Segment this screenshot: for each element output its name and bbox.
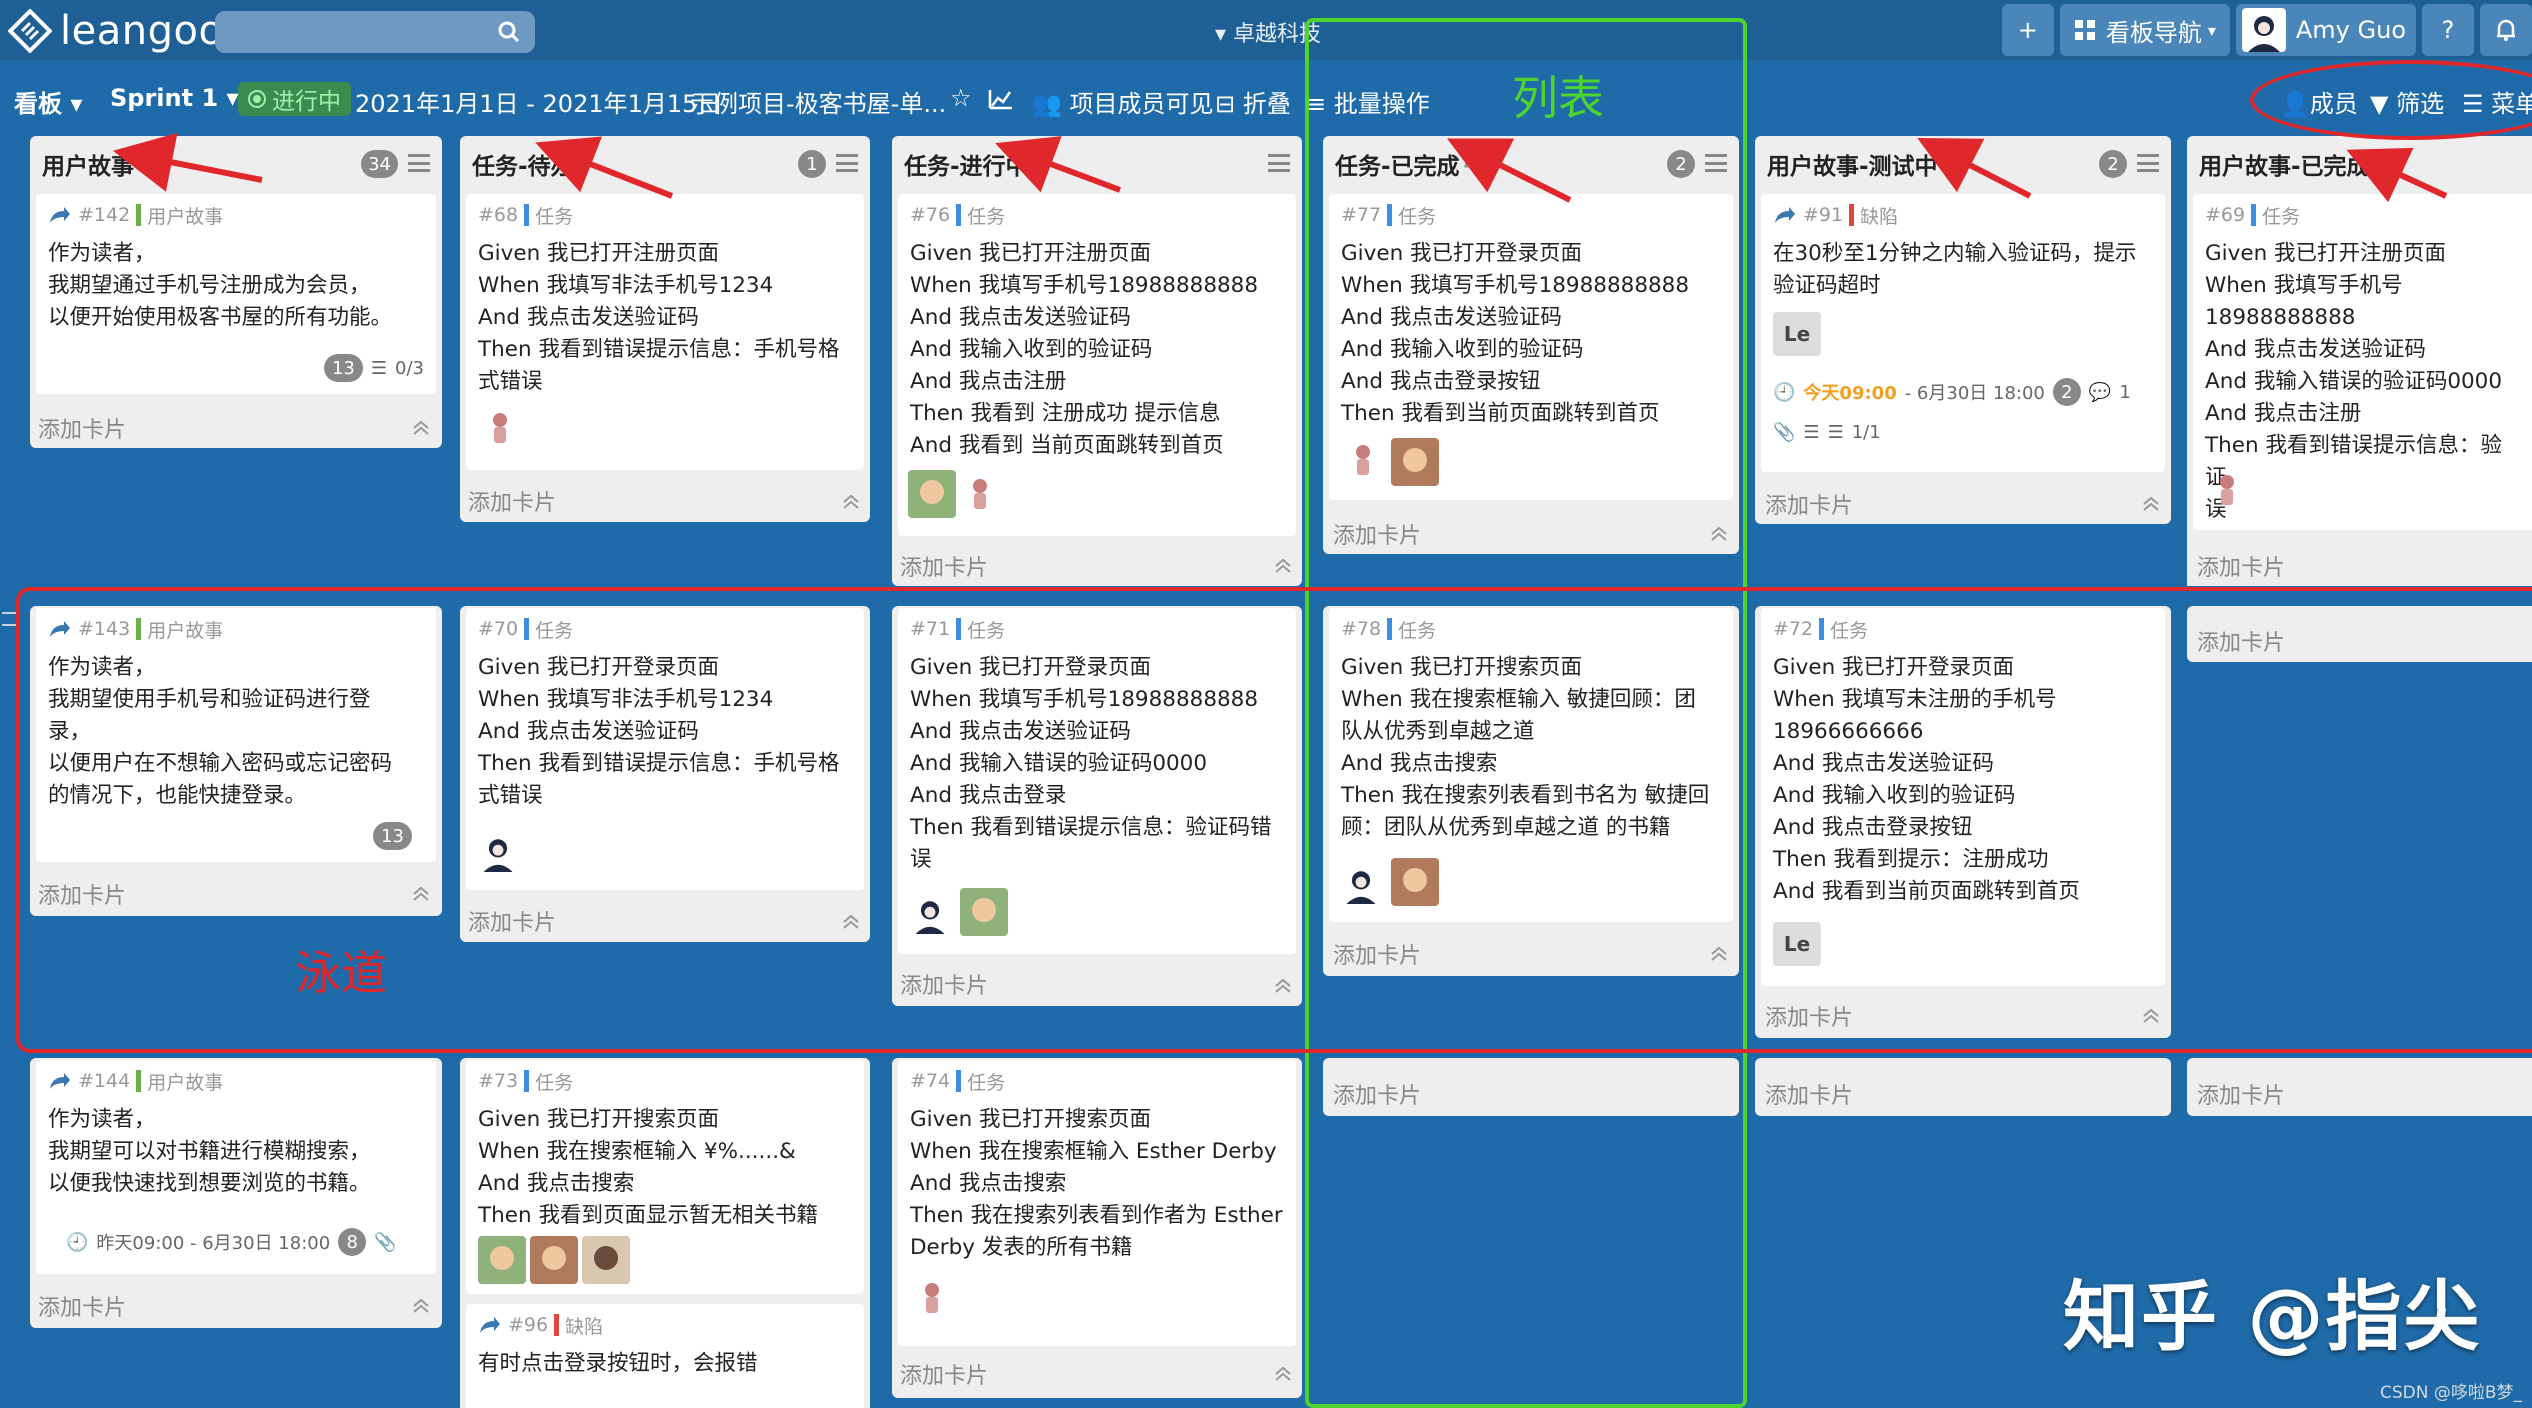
arrow-shapes — [112, 132, 2448, 203]
chat-icon: 💬 — [2088, 381, 2112, 403]
card-type: 用户故事 — [147, 1071, 224, 1094]
collapse-icon[interactable] — [842, 494, 860, 510]
bug-type-marker — [554, 1314, 560, 1336]
add-card-button[interactable]: 添加卡片 — [38, 412, 126, 444]
task-type-marker — [956, 1070, 962, 1092]
avatar — [925, 1283, 939, 1313]
comment-count-badge: 2 — [2052, 378, 2081, 406]
card-144[interactable]: #144 用户故事 作为读者， 我期望可以对书籍进行模糊搜索， 以便我快速找到想要… — [36, 1060, 436, 1274]
card-text: Given 我已打开搜索页面 When 我在搜索框输入 ¥%......& An… — [478, 1107, 818, 1228]
card-type: 任务 — [967, 1071, 1006, 1094]
card-text: Given 我已打开注册页面 When 我填写手机号18988888888 An… — [910, 241, 1259, 458]
card-text: Given 我已打开注册页面 When 我填写手机号18988888888 An… — [2205, 241, 2503, 522]
avatar: Le — [1773, 312, 1821, 356]
checklist-progress: 0/3 — [395, 357, 424, 379]
collapse-icon[interactable] — [412, 420, 430, 436]
avatar — [2220, 475, 2234, 505]
reply-count: 1 — [2119, 381, 2131, 403]
annotation-arrows — [112, 132, 2448, 203]
collapse-icon[interactable] — [1274, 558, 1292, 574]
add-card-button[interactable]: 添加卡片 — [2197, 550, 2285, 582]
avatar — [478, 1236, 526, 1284]
add-card-button[interactable]: 添加卡片 — [1765, 488, 1853, 520]
card-type: 任务 — [535, 1071, 574, 1094]
card-id: #96 — [508, 1314, 549, 1336]
avatar — [530, 1236, 578, 1284]
card-type: 缺陷 — [565, 1315, 604, 1338]
card-text: 作为读者， 我期望可以对书籍进行模糊搜索， 以便我快速找到想要浏览的书籍。 — [48, 1107, 371, 1196]
avatar — [973, 479, 987, 509]
share-arrow-icon — [50, 1073, 70, 1089]
clock-icon: 🕘 — [66, 1231, 89, 1253]
card-id: #74 — [910, 1070, 951, 1092]
story-type-marker — [136, 1070, 142, 1092]
card-96[interactable]: #96 缺陷 有时点击登录按钮时，会报错 — [466, 1304, 864, 1408]
comment-count-badge: 13 — [323, 354, 363, 382]
share-arrow-icon — [480, 1317, 500, 1333]
comment-count-badge: 8 — [338, 1228, 367, 1256]
due-end: - 6月30日 18:00 — [1904, 383, 2045, 404]
due-range: 昨天09:00 - 6月30日 18:00 — [96, 1233, 331, 1254]
avatar — [908, 470, 956, 518]
description-icon: ☰ — [1803, 422, 1820, 443]
card-text: Given 我已打开注册页面 When 我填写非法手机号1234 And 我点击… — [478, 241, 840, 394]
checklist-icon: ☰ — [1827, 422, 1844, 443]
add-card-button[interactable]: 添加卡片 — [468, 485, 556, 517]
add-card-button[interactable]: 添加卡片 — [2197, 1078, 2285, 1110]
add-card-button[interactable]: 添加卡片 — [38, 1290, 126, 1322]
collapse-icon[interactable] — [1274, 1366, 1292, 1382]
task-type-marker — [524, 1070, 530, 1092]
collapse-icon[interactable] — [412, 1298, 430, 1314]
add-card-button[interactable]: 添加卡片 — [900, 550, 988, 582]
lane-annotation-label: 泳道 — [295, 946, 387, 1000]
card-text: Given 我已打开搜索页面 When 我在搜索框输入 Esther Derby… — [910, 1107, 1283, 1260]
paperclip-icon: 📎 — [374, 1231, 397, 1253]
card-id: #144 — [78, 1070, 131, 1092]
add-card-button[interactable]: 添加卡片 — [1765, 1078, 1853, 1110]
checklist-icon: ☰ — [370, 357, 388, 379]
clock-icon: 🕘 — [1773, 381, 1796, 403]
lane-highlight-box — [16, 587, 2532, 1053]
card-text: 有时点击登录按钮时，会报错 — [478, 1351, 758, 1376]
watermark: 知乎 @指尖 — [2063, 1272, 2482, 1361]
paperclip-icon: 📎 — [1773, 422, 1796, 443]
add-card-button[interactable]: 添加卡片 — [900, 1358, 988, 1390]
card-74[interactable]: #74 任务 Given 我已打开搜索页面 When 我在搜索框输入 Esther… — [898, 1060, 1296, 1346]
avatar — [582, 1236, 630, 1284]
lane-drag-handle[interactable] — [2, 612, 16, 626]
card-73[interactable]: #73 任务 Given 我已打开搜索页面 When 我在搜索框输入 ¥%....… — [466, 1060, 864, 1294]
card-id: #73 — [478, 1070, 519, 1092]
checklist-progress: 1/1 — [1851, 422, 1881, 443]
collapse-icon[interactable] — [2142, 496, 2160, 512]
due-start: 今天09:00 — [1803, 383, 1897, 404]
credit-text: CSDN @哆啦B梦_ — [2380, 1383, 2523, 1403]
avatar — [493, 413, 507, 443]
